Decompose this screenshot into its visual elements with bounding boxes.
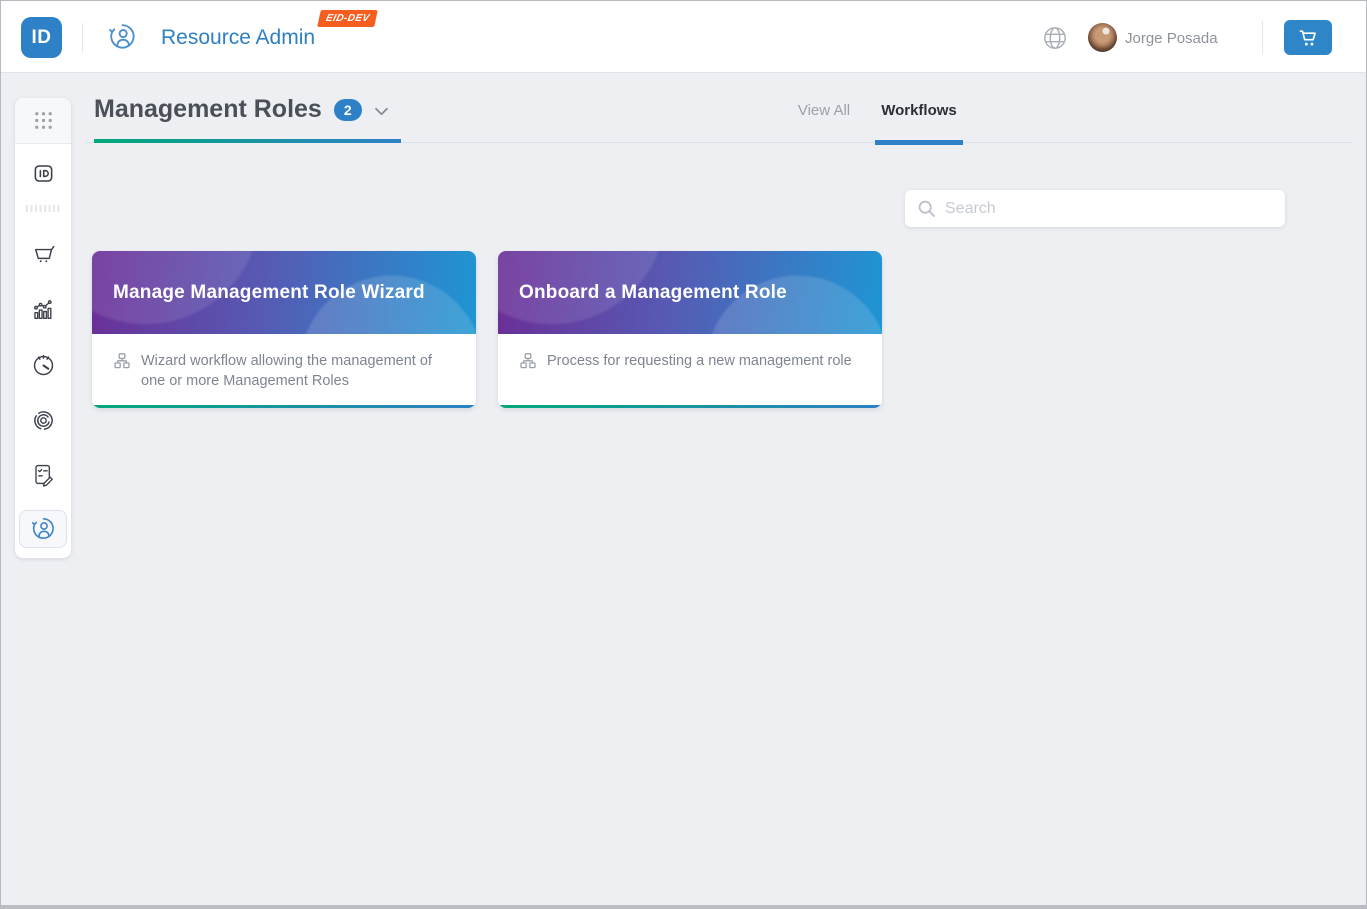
product-title: Resource Admin xyxy=(161,26,316,49)
sidebar-item-requests[interactable] xyxy=(23,454,63,494)
org-chart-icon xyxy=(519,352,537,405)
fingerprint-icon xyxy=(31,408,56,433)
company-logo[interactable]: ID xyxy=(21,17,62,58)
sidebar-item-access[interactable] xyxy=(23,400,63,440)
sidebar-placeholder-dashes xyxy=(23,201,63,215)
apps-grid-menu[interactable] xyxy=(15,98,71,144)
shopping-cart-button[interactable] xyxy=(1284,20,1332,55)
card-header: Onboard a Management Role xyxy=(498,251,882,334)
cart-icon xyxy=(31,241,56,266)
dashes-icon xyxy=(26,204,60,212)
tab-workflows[interactable]: Workflows xyxy=(875,102,963,119)
workflow-card-manage-management-role-wizard[interactable]: Manage Management Role Wizard Wizard wor… xyxy=(92,251,476,408)
sidebar xyxy=(15,98,71,558)
search-input[interactable] xyxy=(945,199,1273,218)
search-icon xyxy=(917,199,936,218)
divider xyxy=(82,23,83,53)
user-sync-icon xyxy=(30,516,56,542)
card-body: Process for requesting a new management … xyxy=(498,334,882,405)
analytics-icon xyxy=(31,297,56,322)
user-avatar[interactable] xyxy=(1088,23,1117,52)
sidebar-item-dashboard[interactable] xyxy=(23,345,63,385)
divider xyxy=(1262,21,1263,54)
gauge-icon xyxy=(31,353,56,378)
chevron-down-icon[interactable] xyxy=(374,107,389,116)
cart-icon xyxy=(1298,28,1319,48)
id-badge-icon xyxy=(31,161,56,186)
user-name[interactable]: Jorge Posada xyxy=(1125,30,1218,47)
environment-badge: EID-DEV xyxy=(317,10,379,27)
card-description: Wizard workflow allowing the management … xyxy=(141,353,432,389)
page-title-row: Management Roles 2 xyxy=(94,95,389,124)
card-accent-line xyxy=(92,405,476,408)
tab-view-all[interactable]: View All xyxy=(785,102,863,119)
language-globe-icon[interactable] xyxy=(1042,25,1068,51)
sidebar-item-shop[interactable] xyxy=(23,233,63,273)
card-accent-line xyxy=(498,405,882,408)
apps-grid-icon xyxy=(32,109,55,132)
workflow-card-onboard-a-management-role[interactable]: Onboard a Management Role Process for re… xyxy=(498,251,882,408)
sidebar-item-resource-admin[interactable] xyxy=(19,510,67,548)
org-chart-icon xyxy=(113,352,131,405)
sidebar-item-analytics[interactable] xyxy=(23,289,63,329)
card-description: Process for requesting a new management … xyxy=(547,353,852,369)
tasks-edit-icon xyxy=(31,462,56,487)
active-tab-underline xyxy=(875,140,963,145)
count-badge: 2 xyxy=(333,98,362,121)
sidebar-item-identity[interactable] xyxy=(23,153,63,193)
card-body: Wizard workflow allowing the management … xyxy=(92,334,476,405)
card-title: Manage Management Role Wizard xyxy=(113,281,425,303)
card-header: Manage Management Role Wizard xyxy=(92,251,476,334)
page-title: Management Roles xyxy=(94,95,322,123)
card-title: Onboard a Management Role xyxy=(519,281,787,303)
title-underline xyxy=(94,139,401,143)
search-box xyxy=(905,190,1285,227)
user-sync-icon xyxy=(107,22,137,52)
top-bar: ID Resource Admin EID-DEV Jorge Posada xyxy=(1,1,1366,73)
